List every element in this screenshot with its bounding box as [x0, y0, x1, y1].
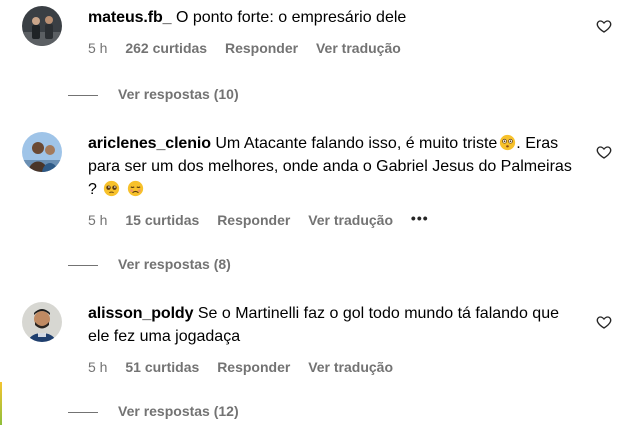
comment-text: alisson_poldy Se o Martinelli faz o gol …	[88, 302, 578, 348]
comment-time: 5 h	[88, 40, 108, 56]
view-replies-label: Ver respostas (8)	[118, 256, 231, 272]
avatar-photo	[22, 6, 62, 46]
view-replies-label: Ver respostas (12)	[118, 403, 239, 419]
view-replies-button[interactable]: Ver respostas (10)	[68, 86, 239, 104]
comment-text: mateus.fb_ O ponto forte: o empresário d…	[88, 6, 578, 29]
reply-button[interactable]: Responder	[225, 40, 298, 56]
heart-outline-icon[interactable]	[596, 314, 612, 330]
comment-likes[interactable]: 15 curtidas	[125, 212, 199, 228]
comment-item: alisson_poldy Se o Martinelli faz o gol …	[22, 302, 612, 378]
flushed-face-emoji-icon	[500, 134, 516, 151]
pleading-face-emoji-icon	[104, 180, 120, 197]
replies-divider	[68, 411, 98, 413]
comment-username[interactable]: mateus.fb_	[88, 9, 172, 26]
avatar[interactable]	[22, 132, 62, 172]
view-replies-label: Ver respostas (10)	[118, 86, 239, 102]
replies-divider	[68, 264, 98, 266]
comment-likes[interactable]: 262 curtidas	[125, 40, 207, 56]
more-options-icon[interactable]: •••	[411, 211, 429, 225]
comment-likes[interactable]: 51 curtidas	[125, 359, 199, 375]
translate-button[interactable]: Ver tradução	[308, 359, 393, 375]
comment-message: O ponto forte: o empresário dele	[175, 9, 407, 26]
avatar[interactable]	[22, 302, 62, 342]
disappointed-face-emoji-icon	[127, 180, 143, 197]
comment-username[interactable]: alisson_poldy	[88, 305, 194, 322]
comment-body: ariclenes_clenio Um Atacante falando iss…	[88, 132, 578, 229]
view-replies-button[interactable]: Ver respostas (8)	[68, 256, 231, 274]
edge-accent	[0, 382, 2, 425]
translate-button[interactable]: Ver tradução	[308, 212, 393, 228]
avatar-photo	[22, 132, 62, 172]
comments-panel: mateus.fb_ O ponto forte: o empresário d…	[0, 0, 621, 425]
heart-outline-icon[interactable]	[596, 18, 612, 34]
comment-meta: 5 h 262 curtidas Responder Ver tradução	[88, 39, 578, 57]
comment-item: mateus.fb_ O ponto forte: o empresário d…	[22, 6, 612, 66]
comment-body: alisson_poldy Se o Martinelli faz o gol …	[88, 302, 578, 376]
replies-divider	[68, 94, 98, 96]
comment-message-part1: Um Atacante falando isso, é muito triste	[215, 135, 498, 152]
reply-button[interactable]: Responder	[217, 359, 290, 375]
comment-username[interactable]: ariclenes_clenio	[88, 135, 211, 152]
comment-body: mateus.fb_ O ponto forte: o empresário d…	[88, 6, 578, 57]
comment-item: ariclenes_clenio Um Atacante falando iss…	[22, 132, 612, 232]
avatar-photo	[22, 302, 62, 342]
view-replies-button[interactable]: Ver respostas (12)	[68, 403, 239, 421]
comment-meta: 5 h 15 curtidas Responder Ver tradução •…	[88, 211, 578, 229]
reply-button[interactable]: Responder	[217, 212, 290, 228]
comment-time: 5 h	[88, 212, 108, 228]
translate-button[interactable]: Ver tradução	[316, 40, 401, 56]
heart-outline-icon[interactable]	[596, 144, 612, 160]
comment-text: ariclenes_clenio Um Atacante falando iss…	[88, 132, 578, 201]
comment-time: 5 h	[88, 359, 108, 375]
avatar[interactable]	[22, 6, 62, 46]
comment-meta: 5 h 51 curtidas Responder Ver tradução	[88, 358, 578, 376]
